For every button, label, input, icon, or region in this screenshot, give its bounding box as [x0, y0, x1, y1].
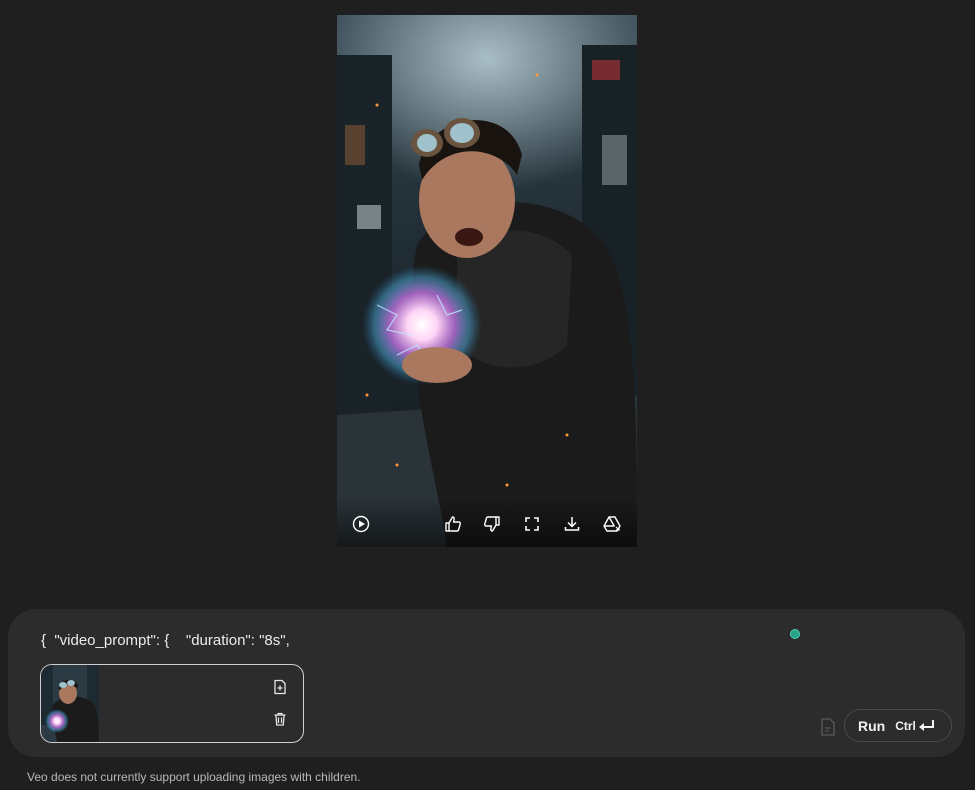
run-button-label: Run: [858, 717, 886, 734]
document-icon[interactable]: [820, 718, 836, 736]
play-button[interactable]: [348, 511, 374, 537]
run-shortcut-key: Ctrl: [895, 718, 916, 733]
disclaimer-text: Veo does not currently support uploading…: [27, 770, 361, 784]
status-indicator: [790, 629, 800, 639]
run-shortcut-hint: Ctrl: [895, 719, 935, 733]
video-frame: [337, 15, 637, 547]
google-drive-icon: [603, 516, 621, 532]
download-button[interactable]: [559, 511, 585, 537]
image-attachment[interactable]: [40, 664, 304, 743]
video-controls: [337, 497, 637, 547]
delete-attachment-button[interactable]: [270, 709, 290, 729]
trash-icon: [274, 712, 286, 726]
prompt-panel: { "video_prompt": { "duration": "8s", Ru…: [8, 609, 965, 757]
attachment-thumbnail: [41, 665, 99, 742]
thumbnail-image: [41, 665, 99, 742]
add-file-button[interactable]: [270, 677, 290, 697]
run-button[interactable]: Run Ctrl: [844, 709, 952, 742]
enter-key-icon: [918, 720, 934, 731]
save-to-drive-button[interactable]: [599, 511, 625, 537]
generated-video[interactable]: [337, 15, 637, 547]
like-button[interactable]: [440, 511, 466, 537]
fullscreen-icon: [525, 517, 539, 531]
prompt-input[interactable]: { "video_prompt": { "duration": "8s",: [41, 632, 290, 649]
download-icon: [564, 517, 580, 531]
add-file-icon: [274, 679, 286, 695]
fullscreen-button[interactable]: [519, 511, 545, 537]
play-icon: [352, 515, 370, 533]
dislike-button[interactable]: [479, 511, 505, 537]
page: { "video_prompt": { "duration": "8s", Ru…: [0, 0, 975, 790]
thumbs-down-icon: [484, 516, 500, 532]
thumbs-up-icon: [445, 516, 461, 532]
